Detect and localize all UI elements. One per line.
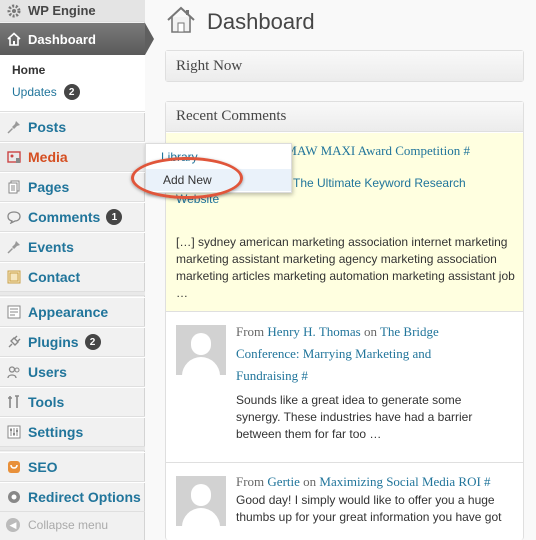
- sidebar-separator: [0, 447, 145, 451]
- updates-count-badge: 2: [63, 84, 80, 100]
- settings-icon: [6, 424, 22, 440]
- widget-title[interactable]: Recent Comments: [166, 102, 523, 132]
- sidebar-item-users[interactable]: Users: [0, 357, 145, 387]
- sidebar-separator: [0, 292, 145, 296]
- sidebar-item-label: Pages: [28, 179, 70, 195]
- collapse-arrow-icon: ◀: [6, 518, 20, 532]
- active-menu-arrow: [145, 23, 154, 55]
- submenu-item-home[interactable]: Home: [12, 63, 45, 77]
- sidebar-item-label: Tools: [28, 394, 65, 410]
- sidebar-item-seo[interactable]: SEO: [0, 452, 145, 482]
- comment-from-label: From: [236, 474, 265, 489]
- pin-icon: [6, 239, 22, 255]
- page-title: Dashboard: [207, 9, 315, 34]
- comment-post-link[interactable]: Maximizing Social Media ROI #: [319, 474, 490, 489]
- comment-excerpt: Sounds like a great idea to generate som…: [236, 393, 473, 441]
- sidebar-item-label: Users: [28, 364, 67, 380]
- comment-from-label: From: [236, 324, 265, 339]
- sidebar-item-appearance[interactable]: Appearance: [0, 297, 145, 327]
- comment-item: From Henry H. Thomas on The Bridge Confe…: [166, 313, 523, 463]
- admin-sidebar: WP Engine Dashboard Home Updates 2 Posts…: [0, 0, 145, 540]
- sidebar-item-label: Posts: [28, 119, 67, 135]
- sidebar-item-media[interactable]: Media: [0, 142, 145, 172]
- dashboard-home-icon: [165, 4, 197, 41]
- sidebar-item-redirect-options[interactable]: Redirect Options: [0, 482, 145, 512]
- avatar: [176, 476, 226, 526]
- sidebar-item-label: Redirect Options: [28, 489, 141, 505]
- sidebar-item-label: Appearance: [28, 304, 109, 320]
- comment-on-label: on: [303, 474, 317, 489]
- sidebar-item-label: Plugins: [28, 334, 79, 350]
- comment-on-label: on: [363, 324, 377, 339]
- avatar: [176, 325, 226, 375]
- sidebar-item-label: WP Engine: [28, 3, 96, 18]
- right-now-widget: Right Now: [165, 50, 524, 82]
- media-icon: [6, 149, 22, 165]
- sidebar-item-label: Dashboard: [28, 31, 96, 47]
- sidebar-item-plugins[interactable]: Plugins 2: [0, 327, 145, 357]
- gear-icon: [6, 3, 22, 19]
- comment-excerpt: […] sydney american marketing associatio…: [176, 235, 515, 300]
- comment-icon: [6, 209, 22, 225]
- sidebar-item-label: Settings: [28, 424, 84, 440]
- submenu-item-updates[interactable]: Updates 2: [12, 84, 80, 100]
- sidebar-item-label: SEO: [28, 459, 58, 475]
- sidebar-item-label: Media: [28, 149, 68, 165]
- seo-icon: [6, 459, 22, 475]
- comment-post-link[interactable]: The Bridge: [380, 324, 439, 339]
- comment-post-link[interactable]: DMAW MAXI Award Competition #: [276, 143, 470, 158]
- page-header: Dashboard: [165, 4, 315, 40]
- sidebar-item-pages[interactable]: Pages: [0, 172, 145, 202]
- tools-icon: [6, 394, 22, 410]
- sidebar-item-contact[interactable]: Contact: [0, 262, 145, 292]
- comment-source-link[interactable]: The Ultimate Keyword Research: [293, 176, 466, 190]
- comments-count-badge: 1: [106, 209, 123, 225]
- sidebar-item-wp-engine[interactable]: WP Engine: [0, 0, 145, 22]
- sidebar-item-tools[interactable]: Tools: [0, 387, 145, 417]
- contact-icon: [6, 269, 22, 285]
- sidebar-item-label: Comments: [28, 209, 101, 225]
- users-icon: [6, 364, 22, 380]
- sidebar-item-posts[interactable]: Posts: [0, 112, 145, 142]
- sidebar-item-events[interactable]: Events: [0, 232, 145, 262]
- comment-excerpt: Good day! I simply would like to offer y…: [236, 493, 502, 524]
- pages-icon: [6, 179, 22, 195]
- dashboard-submenu: Home Updates 2: [0, 55, 145, 112]
- sidebar-item-label: Events: [28, 239, 74, 255]
- sidebar-item-settings[interactable]: Settings: [0, 417, 145, 447]
- highlight-annotation-ring: [131, 157, 243, 199]
- comment-author-link[interactable]: Henry H. Thomas: [267, 324, 360, 339]
- submenu-item-label: Updates: [12, 85, 57, 99]
- collapse-menu-label: Collapse menu: [28, 518, 109, 532]
- comment-item: From Gertie on Maximizing Social Media R…: [166, 464, 523, 540]
- plugins-count-badge: 2: [84, 334, 101, 350]
- plugin-icon: [6, 334, 22, 350]
- collapse-menu-button[interactable]: ◀ Collapse menu: [6, 518, 108, 532]
- appearance-icon: [6, 304, 22, 320]
- pin-icon: [6, 119, 22, 135]
- comment-post-link-cont[interactable]: Fundraising #: [236, 368, 308, 383]
- redirect-icon: [6, 489, 22, 505]
- comment-post-link-cont[interactable]: Conference: Marrying Marketing and: [236, 346, 431, 361]
- home-icon: [6, 31, 22, 47]
- sidebar-item-label: Contact: [28, 269, 81, 285]
- widget-title[interactable]: Right Now: [166, 51, 523, 81]
- sidebar-item-dashboard[interactable]: Dashboard: [0, 23, 145, 55]
- comment-author-link[interactable]: Gertie: [267, 474, 299, 489]
- sidebar-item-comments[interactable]: Comments 1: [0, 202, 145, 232]
